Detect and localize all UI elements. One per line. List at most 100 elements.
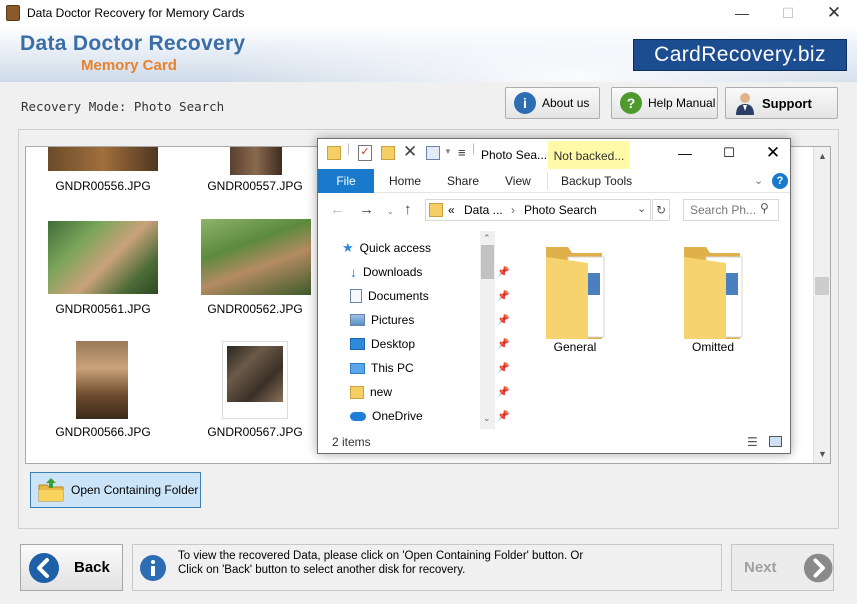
folder-open-icon	[38, 478, 64, 502]
folder-item-general[interactable]: General	[532, 243, 618, 354]
help-icon[interactable]: ?	[772, 173, 788, 189]
explorer-close-icon[interactable]: ✕	[758, 141, 788, 165]
maximize-icon[interactable]: ☐	[765, 0, 811, 26]
arrow-left-icon	[29, 552, 59, 583]
ribbon-expand-icon[interactable]: ⌄	[754, 169, 763, 193]
window-title: Data Doctor Recovery for Memory Cards	[27, 6, 245, 20]
back-label: Back	[74, 559, 110, 576]
minimize-icon[interactable]: —	[719, 0, 765, 26]
photo-thumbnail[interactable]	[230, 147, 282, 175]
open-folder-label: Open Containing Folder	[71, 483, 199, 497]
pin-icon: 📌	[497, 338, 510, 350]
recovery-mode-label: Recovery Mode: Photo Search	[21, 99, 225, 114]
pin-icon: 📌	[497, 362, 510, 374]
scroll-down-icon[interactable]: ⌄	[483, 413, 491, 424]
delete-icon[interactable]: ✕	[403, 142, 417, 162]
up-arrow-icon[interactable]: ↑	[404, 201, 412, 218]
desktop-icon	[350, 338, 365, 350]
info-line-1: To view the recovered Data, please click…	[178, 550, 584, 562]
support-label: Support	[762, 95, 812, 111]
photo-thumbnail[interactable]	[48, 221, 158, 294]
info-line-2: Click on 'Back' button to select another…	[178, 564, 466, 576]
address-dropdown-icon[interactable]: ⌄	[637, 202, 646, 215]
folder-item-omitted[interactable]: Omitted	[670, 243, 756, 354]
photo-thumbnail[interactable]	[222, 341, 288, 419]
pin-icon: 📌	[497, 386, 510, 398]
gallery-scrollbar[interactable]: ▲ ▼	[813, 147, 830, 463]
cloud-icon	[350, 411, 366, 421]
pin-icon: 📌	[497, 266, 510, 278]
folder-icon	[327, 146, 341, 160]
breadcrumb-photo-search[interactable]: Photo Search	[524, 203, 597, 217]
folder-label: Omitted	[691, 340, 734, 354]
next-label: Next	[744, 559, 777, 576]
rename-icon[interactable]	[426, 146, 440, 160]
computer-icon	[350, 362, 365, 374]
scrollbar-thumb[interactable]	[815, 277, 829, 295]
photo-thumbnail[interactable]	[48, 147, 158, 171]
close-icon[interactable]: ✕	[811, 0, 857, 26]
help-manual-label: Help Manual	[648, 96, 716, 110]
item-count: 2 items	[332, 435, 371, 449]
photo-thumbnail[interactable]	[201, 219, 311, 295]
pin-icon: 📌	[497, 314, 510, 326]
explorer-title: Photo Sea...	[481, 148, 548, 162]
open-containing-folder-button[interactable]: Open Containing Folder	[30, 472, 201, 508]
folder-label: General	[553, 340, 597, 354]
explorer-maximize-icon[interactable]: ☐	[714, 141, 744, 165]
back-button[interactable]: Back	[20, 544, 123, 591]
search-icon: ⚲	[760, 201, 769, 215]
back-arrow-icon[interactable]: ←	[330, 201, 345, 218]
title-bar: Data Doctor Recovery for Memory Cards — …	[0, 0, 857, 26]
dropdown-icon[interactable]: ▼	[444, 147, 452, 156]
tab-share[interactable]: Share	[447, 169, 479, 193]
help-manual-button[interactable]: ? Help Manual	[611, 87, 718, 119]
scrollbar-thumb[interactable]	[481, 245, 494, 279]
breadcrumb-data[interactable]: Data ...	[464, 203, 503, 217]
address-overflow[interactable]: «	[448, 203, 455, 217]
properties-icon[interactable]: ✓	[358, 145, 372, 161]
site-badge[interactable]: CardRecovery.biz	[633, 39, 847, 71]
photo-filename: GNDR00561.JPG	[55, 302, 151, 316]
scroll-down-icon[interactable]: ▼	[818, 449, 827, 459]
scroll-up-icon[interactable]: ⌃	[483, 233, 491, 244]
refresh-icon[interactable]: ↻	[652, 199, 670, 221]
folder-icon	[350, 385, 364, 399]
new-folder-icon[interactable]	[381, 146, 395, 160]
scroll-up-icon[interactable]: ▲	[818, 151, 827, 161]
explorer-ribbon: File Home Share View Backup Tools ⌄ ?	[318, 169, 790, 193]
backup-status-badge: Not backed...	[548, 141, 630, 169]
folder-icon	[546, 247, 605, 339]
details-view-icon[interactable]: ☰	[747, 435, 758, 449]
document-icon	[350, 289, 362, 303]
explorer-window[interactable]: | ✓ ✕ ▼ ≡ | Photo Sea... Not backed... —…	[317, 138, 791, 454]
help-icon: ?	[620, 92, 642, 114]
customize-icon[interactable]: ≡	[458, 145, 466, 160]
folder-icon	[429, 203, 443, 217]
recent-dropdown-icon[interactable]: ⌄	[387, 207, 394, 216]
tab-home[interactable]: Home	[389, 169, 421, 193]
tab-view[interactable]: View	[505, 169, 531, 193]
explorer-minimize-icon[interactable]: —	[670, 141, 700, 165]
info-icon	[140, 555, 166, 581]
app-icon	[6, 5, 20, 21]
nav-quick-access[interactable]: ★ Quick access	[342, 237, 502, 259]
next-button[interactable]: Next	[731, 544, 834, 591]
nav-pane-scrollbar[interactable]: ⌃ ⌄	[480, 231, 495, 429]
support-person-icon	[736, 93, 754, 115]
about-us-button[interactable]: i About us	[505, 87, 600, 119]
pin-icon: 📌	[497, 290, 510, 302]
forward-arrow-icon[interactable]: →	[359, 201, 374, 218]
star-icon: ★	[342, 240, 354, 255]
address-bar[interactable]: « Data ... › Photo Search ⌄	[425, 199, 651, 221]
large-icons-view-icon[interactable]	[769, 436, 782, 447]
pictures-icon	[350, 314, 365, 326]
folder-icon	[684, 247, 743, 339]
tab-file[interactable]: File	[318, 169, 374, 193]
download-icon: ↓	[350, 264, 357, 280]
tab-backup-tools[interactable]: Backup Tools	[561, 169, 632, 193]
photo-thumbnail[interactable]	[76, 341, 128, 419]
photo-filename: GNDR00567.JPG	[207, 425, 303, 439]
support-button[interactable]: Support	[725, 87, 838, 119]
brand-subtitle: Memory Card	[81, 57, 177, 74]
